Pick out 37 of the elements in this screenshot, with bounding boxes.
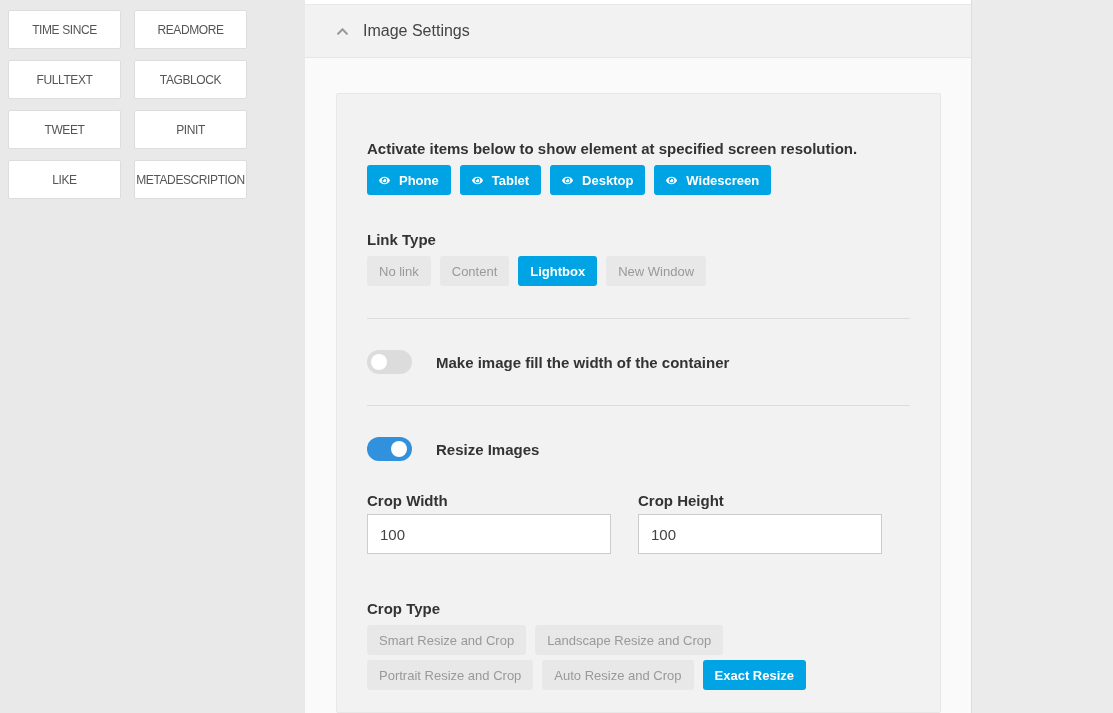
link-type-option[interactable]: Content	[439, 256, 510, 286]
link-type-option[interactable]: No link	[367, 256, 431, 286]
link-type-option[interactable]: Lightbox	[518, 256, 598, 286]
crop-type-option[interactable]: Smart Resize and Crop	[367, 625, 527, 655]
tag-button[interactable]: FULLTEXT	[8, 60, 121, 99]
link-type-option[interactable]: New Window	[606, 256, 707, 286]
crop-type-option[interactable]: Auto Resize and Crop	[542, 660, 694, 690]
eye-icon	[562, 174, 574, 186]
toggle-switch[interactable]	[367, 350, 412, 374]
crop-type-option[interactable]: Landscape Resize and Crop	[535, 625, 724, 655]
tag-button[interactable]: PINIT	[134, 110, 247, 149]
toggle-label: Make image fill the width of the container	[436, 353, 730, 371]
panel-title: Image Settings	[363, 22, 470, 41]
eye-icon	[471, 174, 483, 186]
input-field[interactable]: 100	[367, 514, 611, 554]
field-label: Crop Width	[367, 492, 449, 509]
toggle-label: Resize Images	[436, 440, 540, 458]
tag-button[interactable]: TIME SINCE	[8, 10, 121, 49]
device-toggle-button[interactable]: Tablet	[459, 165, 542, 195]
crop-type-option[interactable]: Exact Resize	[702, 660, 807, 690]
tag-button[interactable]: TAGBLOCK	[134, 60, 247, 99]
tag-button[interactable]: METADESCRIPTION	[134, 160, 247, 199]
eye-icon	[666, 174, 678, 186]
tag-button[interactable]: TWEET	[8, 110, 121, 149]
tag-button[interactable]: LIKE	[8, 160, 121, 199]
eye-icon	[379, 174, 390, 186]
toggle-switch[interactable]	[367, 437, 412, 461]
device-toggle-button[interactable]: Phone	[367, 165, 451, 195]
crop-type-option[interactable]: Portrait Resize and Crop	[367, 660, 534, 690]
crop-type-label: Crop Type	[367, 600, 442, 617]
field-label: Crop Height	[638, 492, 725, 509]
input-field[interactable]: 100	[638, 514, 882, 554]
visibility-label: Activate items below to show element at specified screen resolution.	[367, 140, 859, 157]
link-type-label: Link Type	[367, 231, 437, 248]
tag-button[interactable]: READMORE	[134, 10, 247, 49]
device-toggle-button[interactable]: Desktop	[550, 165, 646, 195]
device-toggle-button[interactable]: Widescreen	[654, 165, 772, 195]
